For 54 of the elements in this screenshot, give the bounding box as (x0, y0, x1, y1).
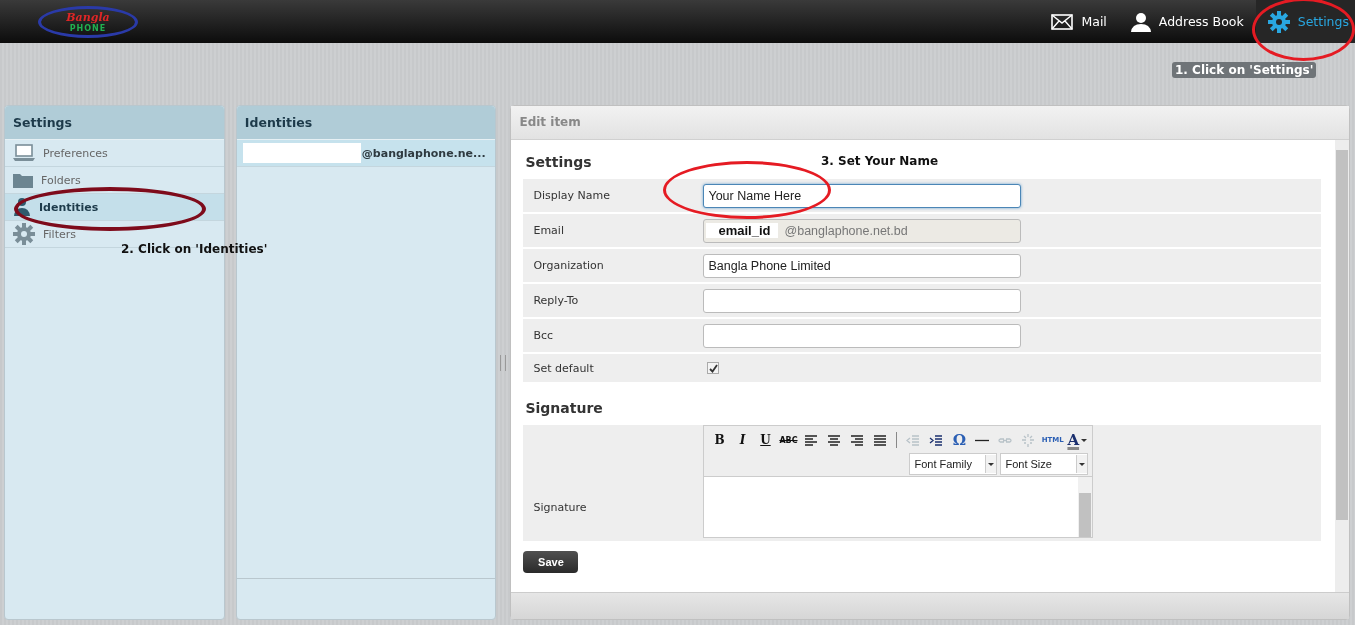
identity-item[interactable]: @banglaphone.ne... (236, 140, 496, 167)
person-icon (1130, 11, 1151, 32)
field-label: Organization (532, 259, 605, 272)
field-label: Set default (532, 361, 595, 375)
special-character-button[interactable]: Ω (948, 430, 971, 450)
section-title: Signature (525, 400, 603, 416)
save-button[interactable]: Save (523, 551, 579, 573)
folder-icon (13, 172, 33, 188)
nav-link[interactable]: Mail (1039, 0, 1119, 43)
email-field[interactable]: email_id @banglaphone.net.bd (703, 218, 1022, 243)
input-field[interactable] (703, 323, 1022, 348)
text-color-button[interactable]: A (1066, 430, 1089, 450)
input-field[interactable]: Bangla Phone Limited (703, 253, 1022, 278)
dropdown[interactable]: Font Family (909, 452, 998, 475)
strikethrough-button[interactable]: ABC (777, 430, 800, 450)
mail-icon (1051, 13, 1074, 30)
italic-button[interactable]: I (731, 430, 754, 450)
resize-handle[interactable] (500, 355, 507, 371)
sidebar-item[interactable]: Identities (5, 194, 224, 221)
indent-icon (929, 433, 944, 447)
unlink-icon (1021, 433, 1036, 447)
panel-header: Settings (5, 106, 224, 140)
input-field[interactable] (703, 288, 1022, 313)
field-label: Email (532, 224, 565, 237)
input-field[interactable]: Your Name Here (703, 183, 1022, 208)
underline-button[interactable]: U (754, 430, 777, 450)
outdent-icon (906, 433, 921, 447)
annotation-text: 3. Set Your Name (821, 154, 939, 168)
field-label: Reply-To (532, 294, 580, 307)
field-label: Signature (532, 501, 588, 514)
align-right-icon (850, 433, 865, 447)
align-left-icon (804, 433, 819, 447)
nav-link[interactable]: Settings (1255, 0, 1355, 43)
scrollbar[interactable] (1335, 140, 1349, 592)
scrollbar[interactable] (1078, 477, 1093, 537)
settings-icon (1267, 10, 1290, 33)
section-title: Settings (525, 154, 592, 170)
laptop-icon (13, 144, 35, 162)
justify-icon (873, 433, 888, 447)
panel-header: Edit item (511, 106, 1349, 140)
logo-text: Bangla (66, 10, 110, 24)
panel-header: Identities (236, 106, 496, 140)
bold-button[interactable]: B (708, 430, 731, 450)
field-label: Display Name (532, 189, 611, 202)
field-label: Bcc (532, 329, 555, 342)
annotation-text: 1. Click on 'Settings' (1172, 62, 1317, 78)
dropdown[interactable]: Font Size (1000, 452, 1089, 475)
logo-text: PHONE (69, 23, 107, 33)
checkbox[interactable] (707, 362, 720, 374)
sidebar-item[interactable]: Preferences (5, 140, 224, 167)
person-icon (13, 197, 31, 217)
align-center-icon (827, 433, 842, 447)
settings-icon (13, 223, 35, 245)
nav-link[interactable]: Address Book (1118, 0, 1256, 43)
